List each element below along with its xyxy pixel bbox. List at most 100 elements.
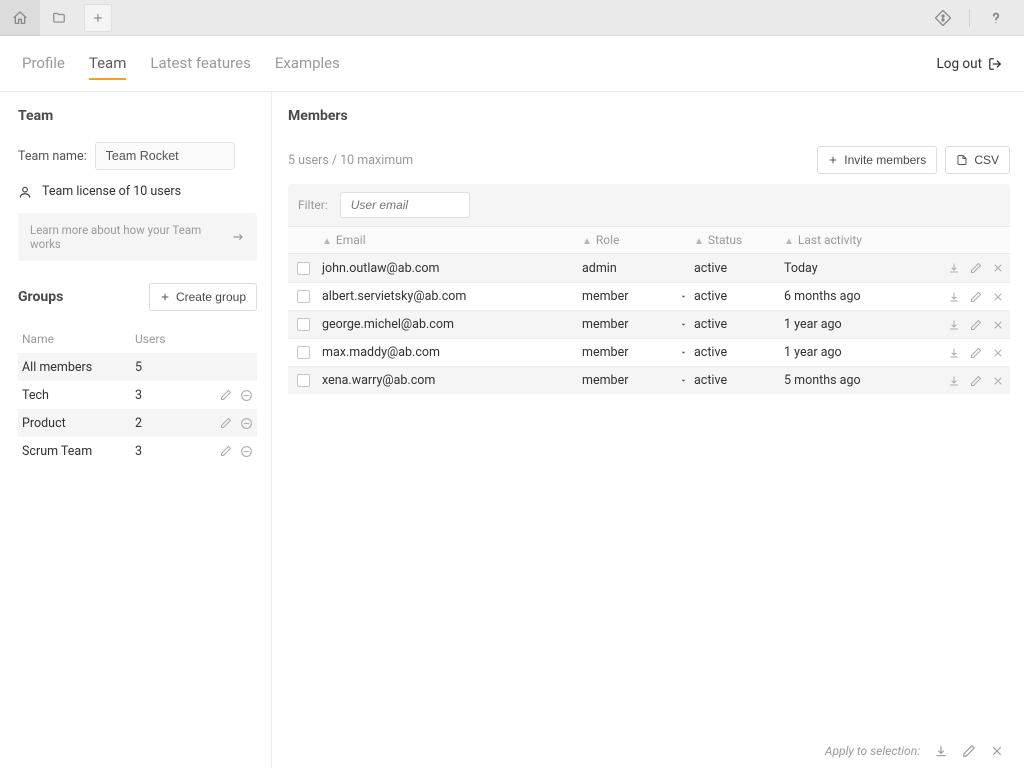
arrow-right-icon <box>231 230 245 244</box>
remove-icon[interactable] <box>240 389 253 402</box>
edit-icon[interactable] <box>970 347 982 359</box>
edit-icon[interactable] <box>970 291 982 303</box>
footer-actions: Apply to selection: <box>825 744 1004 758</box>
members-table: ▲Email ▲Role ▲Status ▲Last activity john… <box>288 226 1010 394</box>
caret-down-icon[interactable] <box>679 376 688 385</box>
nav-team[interactable]: Team <box>89 48 127 80</box>
plus-icon <box>92 12 104 24</box>
nav-profile[interactable]: Profile <box>22 48 65 80</box>
edit-icon[interactable] <box>970 319 982 331</box>
nav-latest-features[interactable]: Latest features <box>150 48 250 80</box>
edit-icon[interactable] <box>970 262 982 274</box>
row-checkbox[interactable] <box>297 374 310 387</box>
app-topbar <box>0 0 1024 36</box>
groups-row[interactable]: All members5 <box>18 353 257 381</box>
col-role-header[interactable]: ▲Role <box>582 233 672 247</box>
groups-cell-users: 5 <box>135 360 199 375</box>
remove-icon[interactable] <box>240 445 253 458</box>
cell-status: active <box>694 317 784 332</box>
git-icon <box>935 10 951 26</box>
cell-role: admin <box>582 261 672 276</box>
col-status-header[interactable]: ▲Status <box>694 233 784 247</box>
download-icon[interactable] <box>948 347 960 359</box>
new-tab-button[interactable] <box>84 4 112 32</box>
topbar-right <box>923 0 1024 36</box>
close-icon[interactable] <box>990 744 1004 758</box>
download-icon[interactable] <box>948 375 960 387</box>
sidebar: Team Team name: Team license of 10 users… <box>0 92 272 768</box>
groups-cell-name: Tech <box>22 388 135 403</box>
caret-down-icon[interactable] <box>679 292 688 301</box>
close-icon[interactable] <box>992 347 1004 359</box>
tab-area <box>40 0 923 36</box>
license-text: Team license of 10 users <box>42 184 181 199</box>
row-checkbox[interactable] <box>297 290 310 303</box>
content-header: 5 users / 10 maximum Invite members CSV <box>288 146 1010 174</box>
close-icon[interactable] <box>992 375 1004 387</box>
edit-icon[interactable] <box>962 744 976 758</box>
tab-home[interactable] <box>40 0 78 36</box>
help-button[interactable] <box>976 0 1016 36</box>
remove-icon[interactable] <box>240 417 253 430</box>
csv-label: CSV <box>974 153 999 167</box>
row-checkbox[interactable] <box>297 262 310 275</box>
topbar-left <box>0 0 40 36</box>
groups-cell-users: 2 <box>135 416 199 431</box>
logout-button[interactable]: Log out <box>937 56 1002 72</box>
download-icon[interactable] <box>948 291 960 303</box>
member-counter: 5 users / 10 maximum <box>288 153 413 168</box>
home-icon <box>12 10 28 26</box>
edit-icon[interactable] <box>220 445 232 457</box>
groups-row[interactable]: Scrum Team3 <box>18 437 257 465</box>
caret-down-icon[interactable] <box>679 320 688 329</box>
filter-label: Filter: <box>298 198 328 212</box>
close-icon[interactable] <box>992 319 1004 331</box>
sidebar-title-groups: Groups <box>18 289 63 305</box>
content: Members 5 users / 10 maximum Invite memb… <box>272 92 1024 768</box>
document-icon <box>52 11 66 25</box>
plus-icon <box>160 292 170 302</box>
members-row: george.michel@ab.commember active1 year a… <box>288 310 1010 338</box>
edit-icon[interactable] <box>220 417 232 429</box>
groups-col-users-header: Users <box>135 332 199 346</box>
filter-input[interactable] <box>340 192 470 218</box>
team-name-input[interactable] <box>95 142 235 170</box>
groups-row[interactable]: Tech3 <box>18 381 257 409</box>
download-icon[interactable] <box>948 262 960 274</box>
git-button[interactable] <box>923 0 963 36</box>
members-row: xena.warry@ab.commemberactive5 months ag… <box>288 366 1010 394</box>
create-group-button[interactable]: Create group <box>149 283 257 311</box>
cell-activity: 1 year ago <box>784 317 924 332</box>
csv-button[interactable]: CSV <box>945 146 1010 174</box>
cell-activity: 1 year ago <box>784 345 924 360</box>
edit-icon[interactable] <box>220 389 232 401</box>
groups-cell-name: Scrum Team <box>22 444 135 459</box>
cell-role: member <box>582 373 672 388</box>
groups-cell-users: 3 <box>135 444 199 459</box>
edit-icon[interactable] <box>970 375 982 387</box>
row-checkbox[interactable] <box>297 318 310 331</box>
nav-examples[interactable]: Examples <box>275 48 340 80</box>
create-group-label: Create group <box>176 290 246 304</box>
members-row: max.maddy@ab.commemberactive1 year ago <box>288 338 1010 366</box>
cell-email: george.michel@ab.com <box>318 317 582 332</box>
groups-row[interactable]: Product2 <box>18 409 257 437</box>
download-icon[interactable] <box>948 319 960 331</box>
logout-label: Log out <box>937 56 982 72</box>
invite-members-button[interactable]: Invite members <box>817 146 937 174</box>
learn-more-button[interactable]: Learn more about how your Team works <box>18 213 257 261</box>
col-email-header[interactable]: ▲Email <box>318 233 582 247</box>
col-activity-header[interactable]: ▲Last activity <box>784 233 924 247</box>
cell-role: member <box>582 317 672 332</box>
content-title: Members <box>288 108 1010 124</box>
home-button[interactable] <box>0 0 40 36</box>
download-icon[interactable] <box>934 744 948 758</box>
close-icon[interactable] <box>992 291 1004 303</box>
close-icon[interactable] <box>992 262 1004 274</box>
invite-members-label: Invite members <box>844 153 926 167</box>
groups-table: Name Users All members5Tech3Product2Scru… <box>18 325 257 465</box>
row-checkbox[interactable] <box>297 346 310 359</box>
file-icon <box>956 154 968 166</box>
caret-down-icon[interactable] <box>679 348 688 357</box>
page: Team Team name: Team license of 10 users… <box>0 92 1024 768</box>
